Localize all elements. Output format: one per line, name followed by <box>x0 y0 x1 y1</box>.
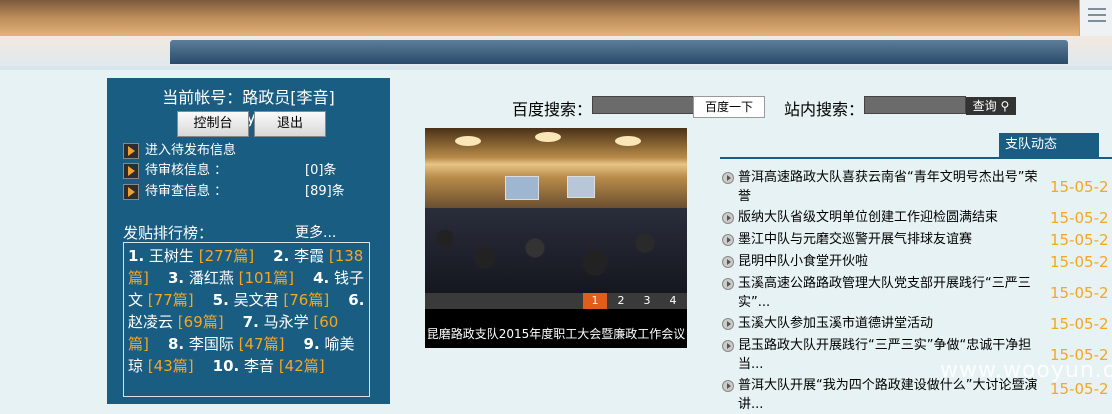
news-date: 15-05-2 <box>1050 253 1109 271</box>
news-date: 15-05-2 <box>1050 231 1109 249</box>
ranking-more-link[interactable]: 更多... <box>295 222 336 242</box>
bullet-icon <box>722 340 734 352</box>
top-banner <box>0 0 1112 36</box>
menu-icon[interactable] <box>1079 0 1112 36</box>
news-date: 15-05-2 <box>1050 284 1109 302</box>
ranking-item[interactable]: 8. 李国际 [47篇] <box>168 335 285 353</box>
arrow-icon <box>123 183 139 200</box>
logout-button[interactable]: 退出 <box>254 111 326 137</box>
slideshow-caption[interactable]: 昆磨路政支队2015年度职工大会暨廉政工作会议 <box>425 323 687 345</box>
bullet-icon <box>722 234 734 246</box>
bullet-icon <box>722 380 734 392</box>
page-1-button[interactable]: 1 <box>583 293 607 309</box>
news-title[interactable]: 昆明中队小食堂开伙啦 <box>738 252 1048 271</box>
ranking-item[interactable]: 3. 潘红燕 [101篇] <box>168 269 294 287</box>
site-search-button[interactable]: 查询 ⚲ <box>966 97 1016 115</box>
bullet-icon <box>722 172 734 184</box>
audience <box>425 208 687 293</box>
page-3-button[interactable]: 3 <box>635 293 659 309</box>
console-button[interactable]: 控制台 <box>177 111 249 137</box>
news-title[interactable]: 普洱高速路政大队喜获云南省“青年文明号杰出号”荣誉 <box>738 168 1048 206</box>
news-title[interactable]: 墨江中队与元磨交巡警开展气排球友谊赛 <box>738 230 1048 249</box>
pending-review-count: [0]条 <box>305 163 337 178</box>
slideshow-pager: 1 2 3 4 <box>425 293 687 309</box>
page-4-button[interactable]: 4 <box>661 293 685 309</box>
pending-check-count: [89]条 <box>305 184 345 199</box>
pending-check-label: 待审查信息 ： <box>145 184 228 199</box>
pending-publish-link[interactable]: 进入待发布信息 <box>123 139 236 159</box>
ranking-item[interactable]: 10. 李音 [42篇] <box>213 357 325 375</box>
ranking-list: 1. 王树生 [277篇] 2. 李霞 [138篇] 3. 潘红燕 [101篇]… <box>123 242 370 397</box>
meeting-screen <box>567 176 595 198</box>
site-search-label: 站内搜索： <box>784 100 865 119</box>
bullet-icon <box>722 256 734 268</box>
divider <box>720 157 1112 159</box>
page-2-button[interactable]: 2 <box>609 293 633 309</box>
news-date: 15-05-2 <box>1050 178 1109 196</box>
baidu-search-button[interactable]: 百度一下 <box>693 96 765 118</box>
arrow-icon <box>123 142 139 159</box>
pending-review-label: 待审核信息 ： <box>145 163 228 178</box>
pending-publish-label[interactable]: 进入待发布信息 <box>145 143 236 158</box>
ranking-title: 发贴排行榜： <box>123 224 214 242</box>
meeting-screen <box>505 176 539 200</box>
divider <box>0 66 1112 70</box>
ranking-item[interactable]: 5. 吴文君 [76篇] <box>213 291 330 309</box>
baidu-search-label: 百度搜索： <box>512 100 593 119</box>
slideshow-image[interactable] <box>425 128 687 293</box>
news-date: 15-05-2 <box>1050 209 1109 227</box>
news-date: 15-05-2 <box>1050 315 1109 333</box>
baidu-search-input[interactable] <box>592 96 694 114</box>
nav-bar <box>170 40 1068 64</box>
news-title[interactable]: 玉溪大队参加玉溪市道德讲堂活动 <box>738 314 1048 333</box>
pending-review-row[interactable]: 待审核信息 ： [0]条 <box>123 159 383 179</box>
news-title[interactable]: 版纳大队省级文明单位创建工作迎检圆满结束 <box>738 208 1048 227</box>
user-panel: 当前帐号：路政员[李音][kmgs/yxddly] 控制台 退出 进入待发布信息… <box>107 78 390 404</box>
tab-news[interactable]: 支队动态 <box>999 133 1099 157</box>
arrow-icon <box>123 162 139 179</box>
site-search-input[interactable] <box>864 96 966 114</box>
bullet-icon <box>722 278 734 290</box>
news-slideshow[interactable]: 1 2 3 4 昆磨路政支队2015年度职工大会暨廉政工作会议 <box>425 128 687 348</box>
bullet-icon <box>722 212 734 224</box>
pending-check-row[interactable]: 待审查信息 ： [89]条 <box>123 180 383 200</box>
search-icon: ⚲ <box>1000 99 1010 113</box>
news-title[interactable]: 玉溪高速公路路政管理大队党支部开展践行“三严三实”... <box>738 274 1048 312</box>
watermark: www.wooyun.org <box>940 358 1112 383</box>
ranking-item[interactable]: 1. 王树生 [277篇] <box>128 247 254 265</box>
bullet-icon <box>722 318 734 330</box>
